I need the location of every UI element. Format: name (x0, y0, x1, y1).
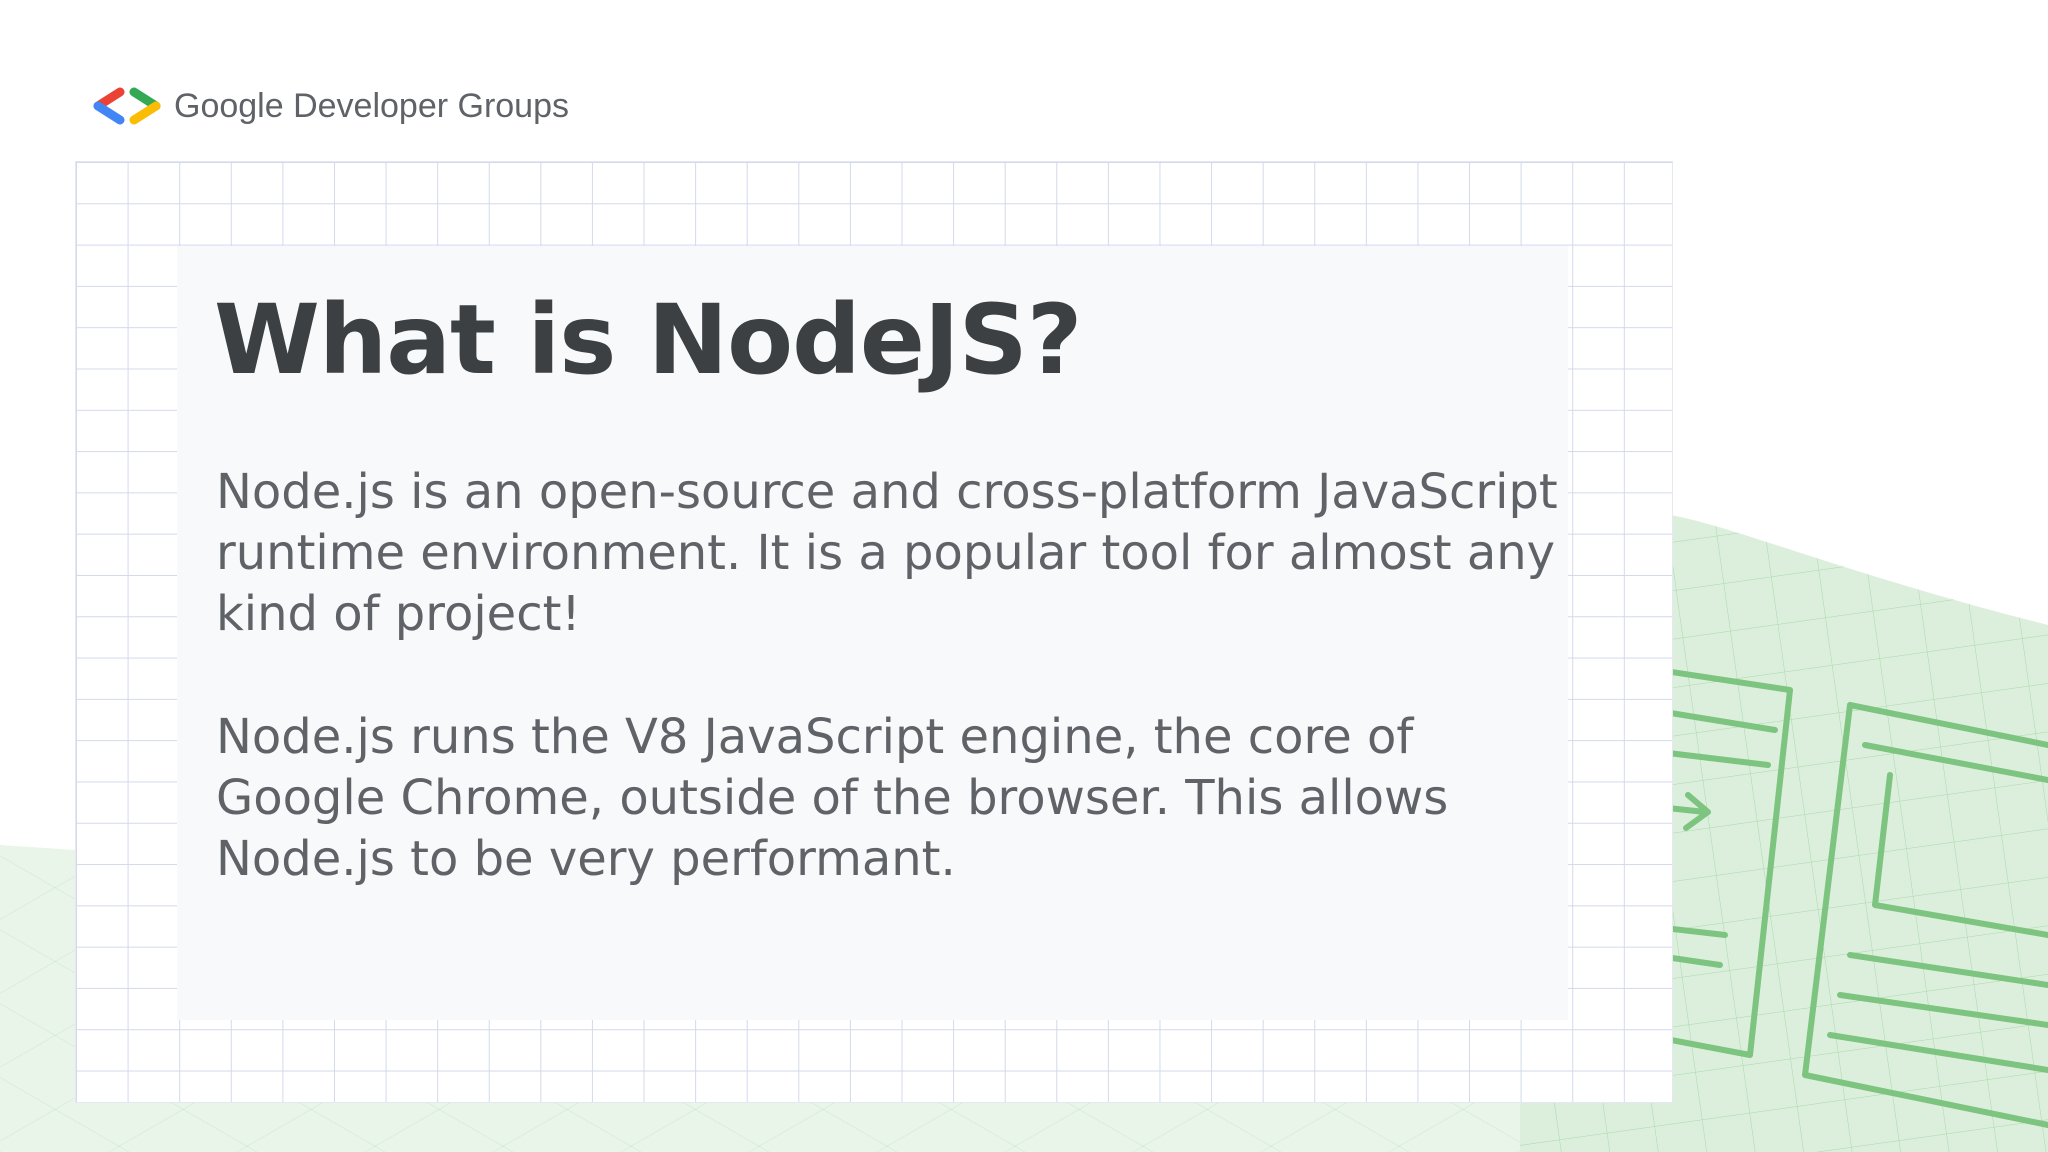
paragraph-intro: Node.js is an open-source and cross-plat… (216, 464, 1558, 642)
slide-title: What is NodeJS? (214, 284, 1082, 396)
gdg-brackets-icon (93, 87, 161, 125)
logo-text: Google Developer Groups (174, 86, 570, 125)
gdg-logo: Google Developer Groups (90, 84, 569, 128)
paragraph-v8-engine: Node.js runs the V8 JavaScript engine, t… (216, 709, 1449, 887)
